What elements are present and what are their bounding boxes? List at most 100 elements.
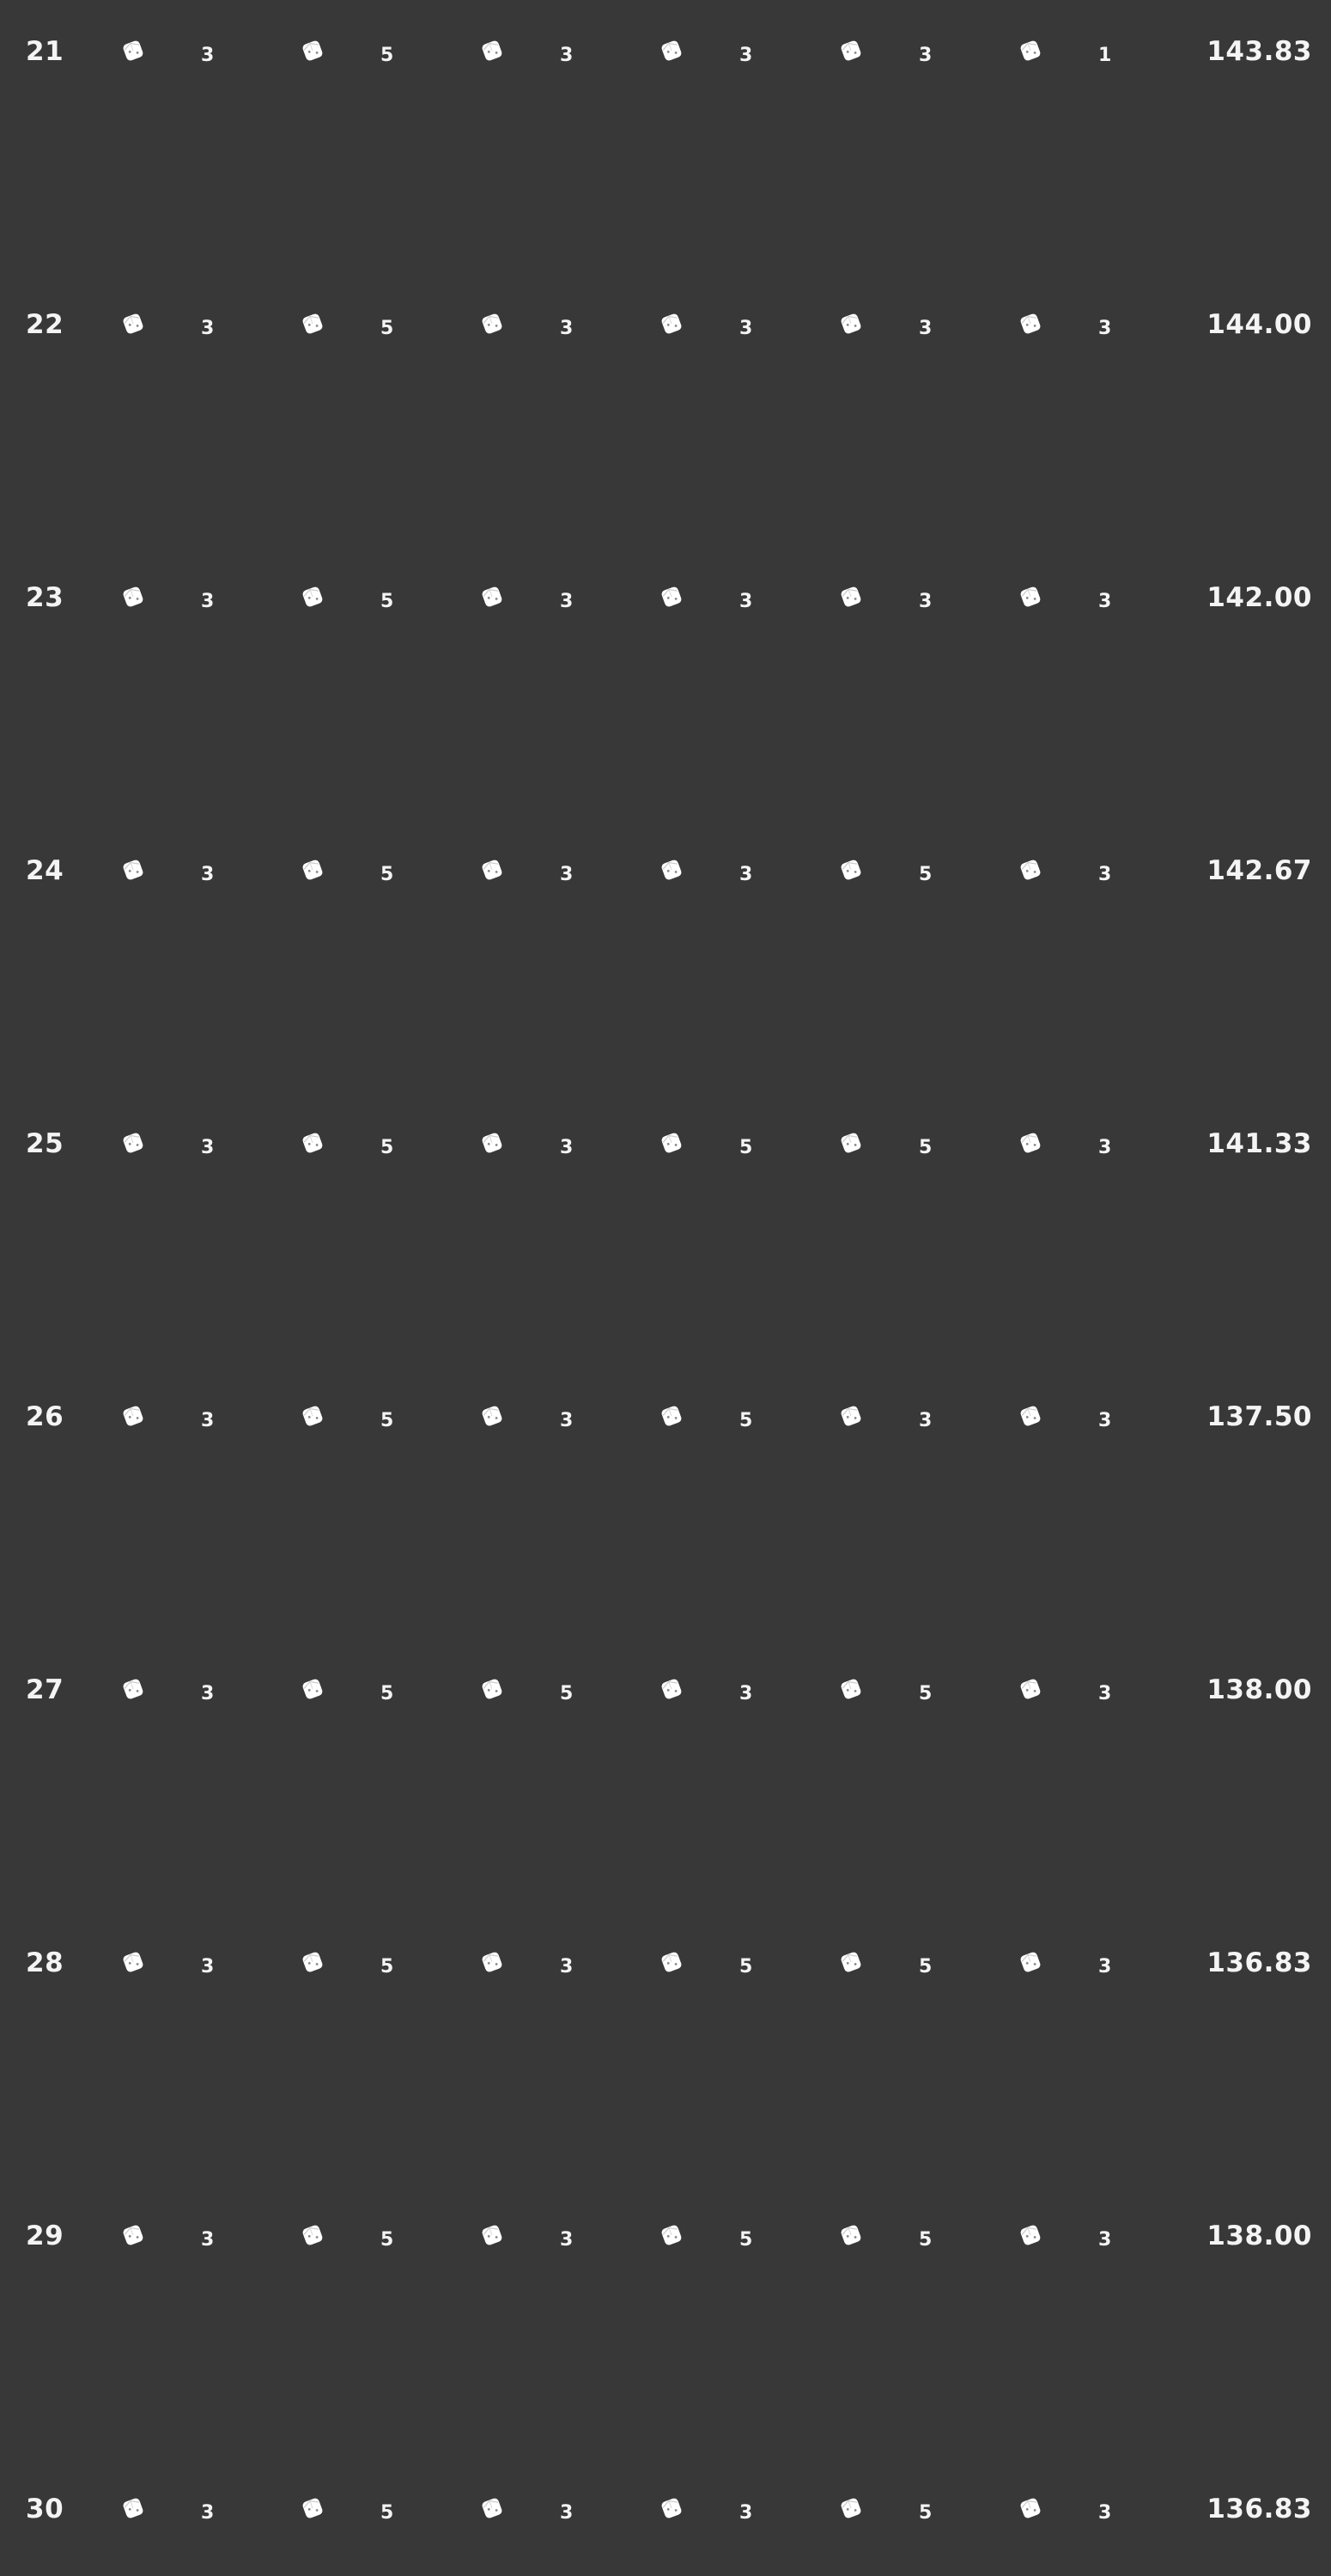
die-icon bbox=[479, 1676, 505, 1702]
die-value: 3 bbox=[919, 45, 933, 66]
die-icon bbox=[120, 584, 146, 610]
die-cell: 3 bbox=[1018, 1391, 1155, 1443]
die-cell: 3 bbox=[479, 572, 617, 623]
die-icon bbox=[300, 2222, 325, 2248]
die-value: 3 bbox=[1098, 1956, 1112, 1978]
die-icon bbox=[659, 1403, 684, 1429]
die-cell: 3 bbox=[1018, 2210, 1155, 2262]
die-icon bbox=[479, 38, 505, 64]
die-value: 5 bbox=[560, 1683, 574, 1704]
die-value: 3 bbox=[739, 2502, 753, 2524]
die-icon bbox=[300, 2495, 325, 2521]
die-value: 3 bbox=[560, 591, 574, 612]
dice-rows-list: 21 3 5 3 3 3 1 143.83 22 3 5 3 3 3 3 144.00 23 3 5 3 3 3 3 142.… bbox=[0, 0, 1331, 2576]
die-icon bbox=[838, 38, 864, 64]
die-icon bbox=[300, 1403, 325, 1429]
die-cell: 3 bbox=[659, 26, 796, 77]
die-value: 5 bbox=[380, 2502, 394, 2524]
die-cell: 5 bbox=[838, 1118, 975, 1170]
die-value: 3 bbox=[1098, 2502, 1112, 2524]
die-cell: 3 bbox=[1018, 572, 1155, 623]
row-score: 143.83 bbox=[1206, 36, 1312, 67]
die-icon bbox=[479, 1403, 505, 1429]
die-icon bbox=[1018, 1676, 1043, 1702]
die-cell: 3 bbox=[1018, 299, 1155, 350]
die-cell: 5 bbox=[300, 299, 437, 350]
die-cell: 3 bbox=[120, 2483, 258, 2535]
die-cell: 5 bbox=[300, 572, 437, 623]
die-cell: 5 bbox=[479, 1664, 617, 1716]
row-score: 142.67 bbox=[1206, 855, 1312, 886]
die-cell: 5 bbox=[300, 1937, 437, 1989]
die-value: 5 bbox=[739, 1137, 753, 1158]
die-value: 5 bbox=[919, 1137, 933, 1158]
die-cell: 3 bbox=[479, 1391, 617, 1443]
die-cell: 5 bbox=[838, 2483, 975, 2535]
die-value: 1 bbox=[1098, 45, 1112, 66]
die-cell: 3 bbox=[659, 572, 796, 623]
die-icon bbox=[838, 1403, 864, 1429]
die-icon bbox=[479, 857, 505, 883]
die-value: 3 bbox=[1098, 1683, 1112, 1704]
die-icon bbox=[120, 1403, 146, 1429]
die-value: 3 bbox=[560, 1137, 574, 1158]
die-cell: 3 bbox=[1018, 1118, 1155, 1170]
dice-row: 26 3 5 3 5 3 3 137.50 bbox=[0, 1391, 1331, 1443]
die-icon bbox=[1018, 2495, 1043, 2521]
die-value: 5 bbox=[380, 1137, 394, 1158]
die-cell: 3 bbox=[838, 1391, 975, 1443]
die-value: 3 bbox=[1098, 1137, 1112, 1158]
die-icon bbox=[120, 1676, 146, 1702]
die-icon bbox=[659, 38, 684, 64]
die-value: 3 bbox=[1098, 591, 1112, 612]
die-icon bbox=[1018, 1130, 1043, 1156]
die-value: 3 bbox=[201, 591, 215, 612]
die-icon bbox=[300, 584, 325, 610]
die-icon bbox=[120, 311, 146, 337]
row-score: 138.00 bbox=[1206, 2221, 1312, 2251]
die-icon bbox=[479, 584, 505, 610]
dice-row: 27 3 5 5 3 5 3 138.00 bbox=[0, 1664, 1331, 1716]
die-icon bbox=[479, 2495, 505, 2521]
die-value: 3 bbox=[201, 2229, 215, 2251]
die-value: 5 bbox=[919, 2502, 933, 2524]
die-value: 3 bbox=[1098, 1410, 1112, 1431]
die-icon bbox=[300, 311, 325, 337]
die-value: 3 bbox=[201, 2502, 215, 2524]
die-value: 3 bbox=[560, 45, 574, 66]
die-value: 5 bbox=[380, 1956, 394, 1978]
die-value: 5 bbox=[919, 1956, 933, 1978]
die-cell: 3 bbox=[120, 1937, 258, 1989]
die-icon bbox=[659, 1949, 684, 1975]
row-score: 136.83 bbox=[1206, 2494, 1312, 2524]
die-icon bbox=[300, 1949, 325, 1975]
row-number: 22 bbox=[26, 309, 64, 340]
die-cell: 3 bbox=[120, 2210, 258, 2262]
die-icon bbox=[1018, 2222, 1043, 2248]
die-cell: 3 bbox=[120, 1118, 258, 1170]
die-value: 3 bbox=[739, 864, 753, 885]
die-icon bbox=[659, 2222, 684, 2248]
die-cell: 3 bbox=[1018, 1664, 1155, 1716]
die-cell: 3 bbox=[479, 299, 617, 350]
die-value: 5 bbox=[380, 318, 394, 339]
die-cell: 5 bbox=[300, 1118, 437, 1170]
die-value: 3 bbox=[201, 864, 215, 885]
die-value: 5 bbox=[380, 45, 394, 66]
die-icon bbox=[479, 311, 505, 337]
die-value: 3 bbox=[201, 1410, 215, 1431]
die-value: 3 bbox=[739, 45, 753, 66]
die-value: 3 bbox=[1098, 2229, 1112, 2251]
row-number: 30 bbox=[26, 2494, 64, 2524]
die-icon bbox=[300, 38, 325, 64]
dice-row: 29 3 5 3 5 5 3 138.00 bbox=[0, 2210, 1331, 2262]
dice-row: 25 3 5 3 5 5 3 141.33 bbox=[0, 1118, 1331, 1170]
die-cell: 5 bbox=[838, 2210, 975, 2262]
die-icon bbox=[838, 2222, 864, 2248]
die-cell: 5 bbox=[300, 2483, 437, 2535]
die-cell: 3 bbox=[479, 2210, 617, 2262]
die-value: 5 bbox=[739, 1410, 753, 1431]
die-icon bbox=[479, 1949, 505, 1975]
die-cell: 5 bbox=[838, 1664, 975, 1716]
row-number: 28 bbox=[26, 1947, 64, 1978]
